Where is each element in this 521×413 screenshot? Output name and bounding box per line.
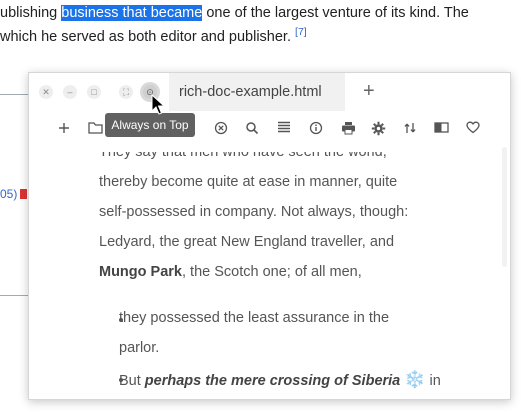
- plus-icon[interactable]: [55, 121, 73, 139]
- swap-icon[interactable]: [401, 121, 419, 139]
- paragraph-line: They say that men who have seen the worl…: [99, 144, 387, 160]
- bold-name: Mungo Park: [99, 264, 182, 280]
- close-window-button[interactable]: ✕: [39, 85, 53, 99]
- bg-divider-2: [0, 295, 28, 296]
- background-text-line-2: which he served as both editor and publi…: [0, 26, 307, 45]
- new-tab-button[interactable]: +: [363, 81, 375, 101]
- text-run: in: [425, 373, 441, 389]
- tab-rich-doc-example[interactable]: rich-doc-example.html: [169, 73, 345, 111]
- fullscreen-icon: ⛶: [122, 87, 130, 97]
- maximize-window-button[interactable]: □: [87, 85, 101, 99]
- title-bar[interactable]: ✕ – □ ⛶ ⊙ rich-doc-example.html +: [29, 73, 510, 111]
- close-circle-icon[interactable]: [212, 121, 230, 139]
- list-item: But perhaps the mere crossing of Siberia…: [119, 370, 441, 390]
- print-icon[interactable]: [339, 121, 357, 139]
- pdf-icon: [20, 189, 27, 199]
- heart-icon[interactable]: [464, 121, 482, 139]
- paragraph-line: self-possessed in company. Not always, t…: [99, 204, 409, 220]
- toolbar: [29, 121, 510, 143]
- text-run: , the Scotch one; of all men,: [181, 264, 362, 280]
- background-text-line-1: ublishing business that became one of th…: [0, 5, 469, 21]
- floating-window: ✕ – □ ⛶ ⊙ rich-doc-example.html + They s…: [28, 72, 511, 400]
- minimize-icon: –: [67, 87, 73, 97]
- close-icon: ✕: [42, 87, 50, 97]
- citation-link[interactable]: [7]: [295, 26, 307, 38]
- square-icon: □: [91, 87, 97, 97]
- paragraph-line: thereby become quite at ease in manner, …: [99, 174, 398, 190]
- bg-reference-link[interactable]: 05): [0, 187, 17, 201]
- mouse-cursor-icon: [151, 94, 165, 115]
- gear-icon[interactable]: [369, 121, 387, 139]
- folder-icon[interactable]: [86, 121, 104, 139]
- text-run: But: [119, 373, 145, 389]
- bg-divider-1: [0, 94, 28, 95]
- scrollbar[interactable]: [502, 147, 507, 267]
- list-item-continuation: parlor.: [119, 340, 160, 356]
- minimize-window-button[interactable]: –: [63, 85, 77, 99]
- paragraph-line: Ledyard, the great New England traveller…: [99, 234, 395, 250]
- fullscreen-button[interactable]: ⛶: [119, 85, 133, 99]
- bold-italic-text: perhaps the mere crossing of Siberia: [144, 373, 401, 389]
- book-icon[interactable]: [432, 121, 450, 139]
- search-icon[interactable]: [243, 121, 261, 139]
- bg-text-pre: ublishing: [0, 5, 62, 21]
- snowflake-icon: ❄️: [404, 370, 426, 389]
- always-on-top-tooltip: Always on Top: [105, 113, 195, 137]
- paragraph-line: Mungo Park, the Scotch one; of all men,: [99, 264, 362, 280]
- list-item: they possessed the least assurance in th…: [119, 310, 390, 326]
- bg-text-line2: which he served as both editor and publi…: [0, 28, 296, 45]
- bg-text-post: one of the largest venture of its kind. …: [202, 5, 469, 21]
- info-icon[interactable]: [307, 121, 325, 139]
- list-icon[interactable]: [275, 121, 293, 139]
- highlighted-text[interactable]: business that became: [61, 5, 203, 21]
